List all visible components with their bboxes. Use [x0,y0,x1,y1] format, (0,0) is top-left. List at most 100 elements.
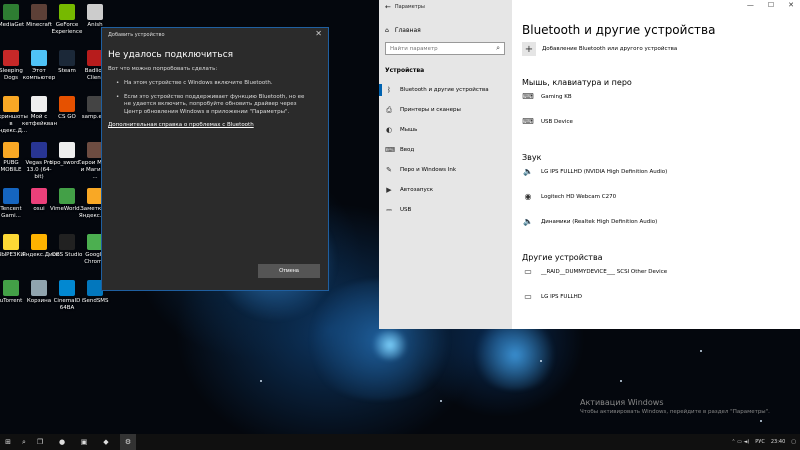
app-icon-2[interactable]: ◆ [98,434,114,450]
desktop-icon-label: iSendSMS [81,298,109,304]
dialog-title: Добавить устройство [108,32,165,38]
add-device-label: Добавление Bluetooth или другого устройс… [542,46,678,52]
tray-icons[interactable]: ⌃ ▭ ◄) [731,439,749,445]
app-icon [3,142,19,158]
dialog-bullet: На этом устройстве с Windows включите Bl… [116,80,312,88]
sidebar-item-label: USB [400,207,412,213]
notifications-icon[interactable]: ▢ [791,439,796,445]
device-name: Logitech HD Webcam C270 [541,193,617,200]
app-icon [31,96,47,112]
settings-window: ← Параметры ⌂ Главная Найти параметр ⌕ У… [379,0,800,329]
speaker-icon: 🔈 [523,217,533,226]
sidebar-item[interactable]: ▶ Автозапуск [379,180,512,200]
home-icon: ⌂ [385,27,389,34]
device-item[interactable]: 🔈 LG IPS FULLHD (NVIDIA High Definition A… [522,167,667,176]
clock[interactable]: 23:40 [771,439,785,445]
sidebar-item[interactable]: ⎓ USB [379,200,512,220]
app-icon [31,188,47,204]
chrome-icon[interactable]: ● [54,434,70,450]
device-item[interactable]: ▭ __RAID__DUMMYDEVICE___ SCSI Other Devic… [522,267,667,276]
search-placeholder: Найти параметр [390,46,438,52]
desktop-icon[interactable]: Anish [78,4,112,29]
device-icon: ▭ [524,267,532,276]
sidebar-item-label: Bluetooth и другие устройства [400,87,489,93]
settings-icon[interactable]: ⚙ [120,434,136,450]
nebula-glow [470,320,560,390]
sidebar-item[interactable]: ⎙ Принтеры и сканеры [379,100,512,120]
dialog-heading: Не удалось подключиться [108,50,234,60]
star [620,380,622,382]
add-device-button[interactable]: + Добавление Bluetooth или другого устро… [522,42,677,56]
app-icon [3,4,19,20]
device-item[interactable]: ⌨ USB Device [522,117,573,126]
search-input[interactable]: Найти параметр ⌕ [385,42,505,55]
device-name: Динамики (Realtek High Definition Audio) [541,218,658,225]
app-icon [59,188,75,204]
printer-icon: ⎙ [386,105,392,114]
sidebar-home[interactable]: ⌂ Главная [385,27,421,34]
nebula-glow [370,330,410,360]
star [760,420,762,422]
close-icon[interactable]: ✕ [315,29,322,38]
language-indicator[interactable]: РУС [755,439,765,445]
star [700,350,702,352]
settings-main: — ☐ ✕ Bluetooth и другие устройства + До… [512,0,800,329]
device-item[interactable]: ◉ Logitech HD Webcam C270 [522,192,617,201]
mouse-icon: ◐ [385,126,393,134]
sidebar-item[interactable]: ◐ Мышь [379,120,512,140]
system-tray: ⌃ ▭ ◄) РУС 23:40 ▢ [731,434,796,450]
keyboard-icon: ⌨ [385,146,396,154]
keyboard-icon: ⌨ [522,117,534,126]
maximize-icon[interactable]: ☐ [768,1,774,9]
section-title: Мышь, клавиатура и перо [522,78,632,87]
watermark-title: Активация Windows [580,398,664,407]
close-icon[interactable]: ✕ [788,1,794,9]
autoplay-icon: ▶ [386,186,392,194]
device-item[interactable]: 🔈 Динамики (Realtek High Definition Audio… [522,217,657,226]
sidebar-item-label: Перо и Windows Ink [400,167,457,173]
search-icon[interactable]: ⌕ [16,434,32,450]
plus-icon: + [522,42,536,56]
pen-icon: ✎ [386,166,392,174]
section-title: Другие устройства [522,253,603,262]
usb-icon: ⎓ [386,205,392,214]
window-title-text: Параметры [394,4,425,10]
app-icon [3,280,19,296]
bluetooth-help-link[interactable]: Дополнительная справка о проблемах с Blu… [108,122,328,128]
app-icon [31,234,47,250]
speaker-icon: 🔈 [523,167,533,176]
app-icon [59,96,75,112]
start-icon[interactable]: ⊞ [0,434,16,450]
device-item[interactable]: ⌨ Gaming KB [522,92,571,101]
star [260,380,262,382]
dialog-bullet: Если это устройство поддерживает функцию… [116,94,312,117]
app-icon[interactable]: ▣ [76,434,92,450]
device-item[interactable]: ▭ LG IPS FULLHD [522,292,582,301]
cancel-button[interactable]: Отмена [258,264,320,278]
sidebar-section-title: Устройства [385,67,425,74]
section-title: Звук [522,153,542,162]
webcam-icon: ◉ [524,192,532,201]
sidebar-item[interactable]: ✎ Перо и Windows Ink [379,160,512,180]
sidebar-item-label: Мышь [400,127,418,133]
settings-sidebar: ← Параметры ⌂ Главная Найти параметр ⌕ У… [379,0,512,329]
add-device-dialog: Добавить устройство ✕ Не удалось подключ… [101,27,329,291]
sidebar-home-label: Главная [394,27,421,34]
window-title: ← Параметры [385,3,425,11]
taskbar: ⊞ ⌕ ❐ ● ▣ ◆ ⚙ ⌃ ▭ ◄) РУС 23:40 ▢ [0,434,800,450]
sidebar-item-label: Принтеры и сканеры [400,107,461,113]
app-icon [3,50,19,66]
sidebar-item[interactable]: ᛒ Bluetooth и другие устройства [379,80,512,100]
sidebar-item[interactable]: ⌨ Ввод [379,140,512,160]
dialog-titlebar: Добавить устройство ✕ [102,28,328,42]
app-icon [59,280,75,296]
activation-watermark: Активация Windows Чтобы активировать Win… [580,398,770,415]
search-icon: ⌕ [496,44,500,52]
device-name: LG IPS FULLHD (NVIDIA High Definition Au… [541,168,668,175]
watermark-subtitle: Чтобы активировать Windows, перейдите в … [580,409,770,415]
back-arrow-icon[interactable]: ← [385,3,391,11]
minimize-icon[interactable]: — [747,1,754,9]
task-view-icon[interactable]: ❐ [32,434,48,450]
app-icon [59,234,75,250]
star [440,400,442,402]
